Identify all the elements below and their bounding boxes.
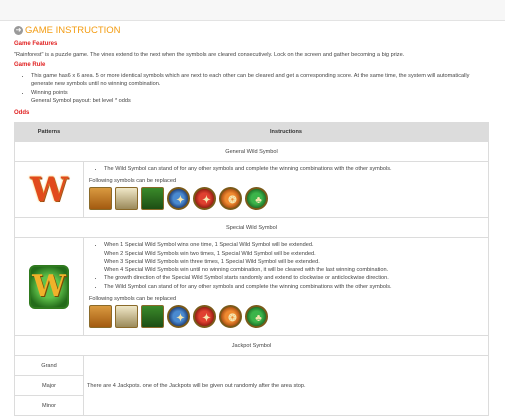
jackpot-grand: Grand: [14, 355, 84, 377]
jaguar-symbol-icon: [89, 305, 112, 329]
rule-line-2: Winning points: [31, 89, 68, 96]
jackpot-description: There are 4 Jackpots. one of the Jackpot…: [83, 355, 489, 416]
rule-item: This game has6 x 6 area. 5 or more ident…: [31, 72, 469, 89]
general-follow-text: Following symbols can be replaced: [89, 178, 177, 185]
special-replaceable-symbols: ✦ ✦ ❂ ♣: [89, 305, 487, 329]
rule-line-1b: generate new symbols until no winning co…: [31, 81, 161, 88]
general-wild-title: General Wild Symbol: [14, 141, 489, 162]
col-patterns: Patterns: [14, 122, 84, 142]
special-wild-symbol-icon: W: [29, 264, 69, 309]
game-rule-heading: Game Rule: [14, 62, 46, 68]
special-wild-instructions: When 1 Special Wild Symbol wins one time…: [83, 237, 489, 337]
list-item: The Wild Symbol can stand of for any oth…: [104, 165, 487, 173]
odds-table: Patterns Instructions General Wild Symbo…: [14, 122, 489, 416]
special-wild-title: Special Wild Symbol: [14, 217, 489, 239]
general-wild-instructions: The Wild Symbol can stand of for any oth…: [83, 160, 489, 219]
game-features-text: "Rainforest" is a puzzle game. The vines…: [14, 52, 405, 58]
red-emblem-icon: ✦: [193, 187, 216, 211]
top-bar: [0, 0, 505, 21]
odds-heading: Odds: [14, 110, 30, 116]
special-follow-text: Following symbols can be replaced: [89, 296, 177, 303]
list-item: When 1 Special Wild Symbol wins one time…: [104, 241, 487, 274]
jaguar-symbol-icon: [89, 187, 112, 211]
page-title: GAME INSTRUCTION: [25, 25, 121, 36]
frog-symbol-icon: [141, 187, 164, 211]
table-header-row: Patterns Instructions: [14, 122, 489, 142]
rule-item: Winning points General Symbol payout: be…: [31, 89, 469, 106]
list-item: The Wild Symbol can stand of for any oth…: [104, 283, 487, 291]
jackpot-title: Jackpot Symbol: [14, 335, 489, 357]
rule-line-3: General Symbol payout: bet level * odds: [31, 97, 131, 104]
red-emblem-icon: ✦: [193, 305, 216, 329]
blue-emblem-icon: ✦: [167, 187, 190, 211]
arrow-right-circle-icon[interactable]: ➜: [14, 26, 23, 35]
green-emblem-icon: ♣: [245, 187, 268, 211]
toucan-symbol-icon: [115, 305, 138, 329]
green-emblem-icon: ♣: [245, 305, 268, 329]
general-wild-row: W The Wild Symbol can stand of for any o…: [14, 160, 489, 219]
list-item: The growth direction of the Special Wild…: [104, 274, 487, 282]
blue-emblem-icon: ✦: [167, 305, 190, 329]
special-wild-pattern: W: [14, 237, 84, 337]
col-instructions: Instructions: [83, 122, 489, 142]
jackpot-minor: Minor: [14, 395, 84, 416]
general-wild-symbol-icon: W: [29, 169, 69, 210]
page-header: ➜ GAME INSTRUCTION: [14, 25, 121, 36]
toucan-symbol-icon: [115, 187, 138, 211]
rule-line-1a: This game has6 x 6 area. 5 or more ident…: [31, 73, 470, 79]
orange-emblem-icon: ❂: [219, 305, 242, 329]
special-wild-row: W When 1 Special Wild Symbol wins one ti…: [14, 237, 489, 337]
game-features-heading: Game Features: [14, 41, 58, 47]
frog-symbol-icon: [141, 305, 164, 329]
general-replaceable-symbols: ✦ ✦ ❂ ♣: [89, 187, 487, 211]
jackpot-major: Major: [14, 375, 84, 397]
general-wild-pattern: W: [14, 160, 84, 219]
game-rule-list: This game has6 x 6 area. 5 or more ident…: [23, 72, 469, 105]
orange-emblem-icon: ❂: [219, 187, 242, 211]
